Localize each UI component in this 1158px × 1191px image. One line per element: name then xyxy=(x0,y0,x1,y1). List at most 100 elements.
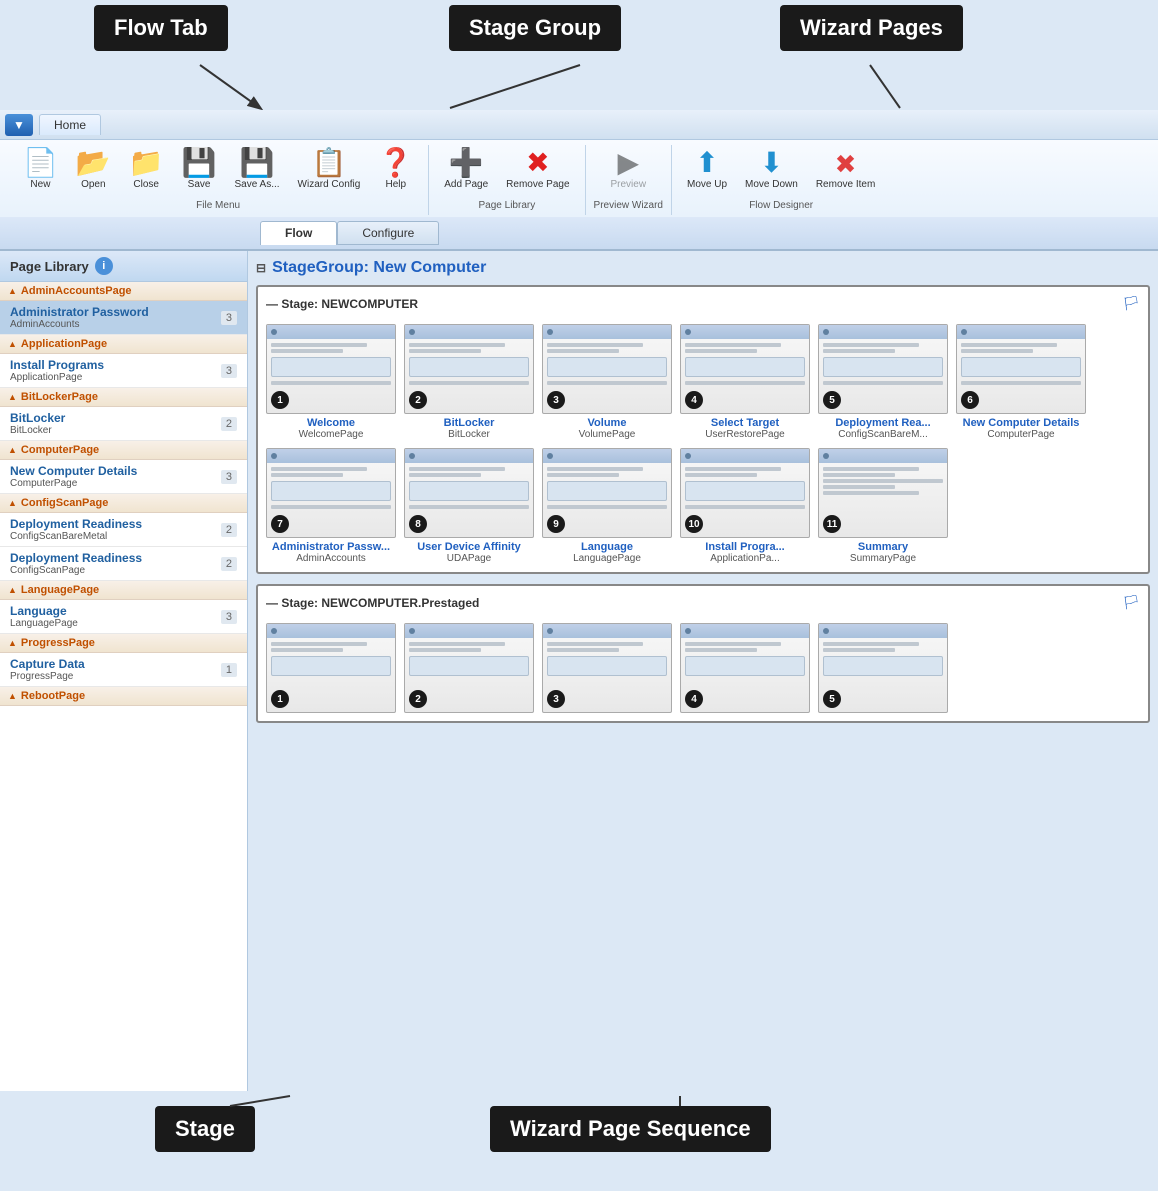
open-icon: 📂 xyxy=(76,149,111,177)
page-card-new-computer-details[interactable]: 6 New Computer Details ComputerPage xyxy=(956,324,1086,440)
design-tabs: Flow Configure xyxy=(0,217,1158,250)
preview-icon: ▶ xyxy=(617,149,639,177)
page-card-prestaged-3[interactable]: 3 xyxy=(542,623,672,713)
lib-item-bitlocker[interactable]: BitLocker BitLocker 2 xyxy=(0,407,247,441)
page-thumb-new-computer: 6 xyxy=(956,324,1086,414)
remove-page-button[interactable]: ✖ Remove Page xyxy=(499,145,576,194)
page-card-summary[interactable]: 11 Summary SummaryPage xyxy=(818,448,948,564)
page-card-prestaged-5[interactable]: 5 xyxy=(818,623,948,713)
page-card-language[interactable]: 9 Language LanguagePage xyxy=(542,448,672,564)
flow-designer-buttons: ⬆ Move Up ⬇ Move Down ✖ Remove Item xyxy=(680,145,882,194)
wizard-config-icon: 📋 xyxy=(312,149,347,177)
lib-section-computer: ComputerPage xyxy=(0,441,247,460)
ribbon-content: 📄 New 📂 Open 📁 Close 💾 Save 💾 Sav xyxy=(0,140,1158,217)
preview-wizard-group: ▶ Preview Preview Wizard xyxy=(586,145,672,215)
remove-page-icon: ✖ xyxy=(526,149,549,177)
page-card-admin-password[interactable]: 7 Administrator Passw... AdminAccounts xyxy=(266,448,396,564)
content-area: ⊟ StageGroup: New Computer — Stage: NEWC… xyxy=(248,251,1158,1091)
lib-section-admin-accounts: AdminAccountsPage xyxy=(0,282,247,301)
page-card-install-programs[interactable]: 10 Install Progra... ApplicationPa... xyxy=(680,448,810,564)
save-icon: 💾 xyxy=(182,149,217,177)
lib-section-progress: ProgressPage xyxy=(0,634,247,653)
stage-newcomputer-header: — Stage: NEWCOMPUTER 🏳 xyxy=(266,295,1140,316)
file-menu-buttons: 📄 New 📂 Open 📁 Close 💾 Save 💾 Sav xyxy=(16,145,420,194)
save-button[interactable]: 💾 Save xyxy=(175,145,224,194)
add-page-button[interactable]: ➕ Add Page xyxy=(437,145,495,194)
office-menu-button[interactable]: ▼ xyxy=(5,114,33,136)
lib-item-admin-password[interactable]: Administrator Password AdminAccounts 3 xyxy=(0,301,247,335)
page-card-deployment-readiness[interactable]: 5 Deployment Rea... ConfigScanBareM... xyxy=(818,324,948,440)
stage-prestaged-flag-icon: 🏳 xyxy=(1122,594,1140,611)
move-down-icon: ⬇ xyxy=(760,149,783,177)
page-thumb-language: 9 xyxy=(542,448,672,538)
move-up-icon: ⬆ xyxy=(695,149,718,177)
page-thumb-volume: 3 xyxy=(542,324,672,414)
page-thumb-deployment: 5 xyxy=(818,324,948,414)
lib-section-reboot: RebootPage xyxy=(0,687,247,706)
page-card-volume[interactable]: 3 Volume VolumePage xyxy=(542,324,672,440)
page-thumb-uda: 8 xyxy=(404,448,534,538)
flow-tab[interactable]: Flow xyxy=(260,221,337,245)
lib-item-deployment-readiness-bare[interactable]: Deployment Readiness ConfigScanBareMetal… xyxy=(0,513,247,547)
preview-wizard-label: Preview Wizard xyxy=(594,200,663,211)
file-menu-label: File Menu xyxy=(196,200,240,211)
help-icon: ❓ xyxy=(378,149,413,177)
lib-item-deployment-readiness[interactable]: Deployment Readiness ConfigScanPage 2 xyxy=(0,547,247,581)
page-thumb-bitlocker: 2 xyxy=(404,324,534,414)
stage-flag-icon: 🏳 xyxy=(1122,295,1140,312)
file-menu-group: 📄 New 📂 Open 📁 Close 💾 Save 💾 Sav xyxy=(8,145,429,215)
annotation-area: Flow Tab Stage Group Wizard Pages xyxy=(0,0,1158,110)
stage-group-annotation: Stage Group xyxy=(449,5,621,51)
page-card-welcome[interactable]: 1 Welcome WelcomePage xyxy=(266,324,396,440)
stage-newcomputer: — Stage: NEWCOMPUTER 🏳 1 xyxy=(256,285,1150,574)
page-library-label: Page Library xyxy=(479,200,536,211)
wizard-pages-annotation: Wizard Pages xyxy=(780,5,963,51)
page-thumb-admin: 7 xyxy=(266,448,396,538)
save-as-icon: 💾 xyxy=(240,149,275,177)
configure-tab[interactable]: Configure xyxy=(337,221,439,245)
lib-section-application: ApplicationPage xyxy=(0,335,247,354)
page-thumb-select-target: 4 xyxy=(680,324,810,414)
help-button[interactable]: ❓ Help xyxy=(371,145,420,194)
page-card-select-target[interactable]: 4 Select Target UserRestorePage xyxy=(680,324,810,440)
page-library-sidebar: Page Library i AdminAccountsPage Adminis… xyxy=(0,251,248,1091)
preview-button[interactable]: ▶ Preview xyxy=(603,145,653,194)
collapse-icon[interactable]: ⊟ xyxy=(256,261,266,275)
stage-group-header: ⊟ StageGroup: New Computer xyxy=(256,259,1150,277)
stage-newcomputer-prestaged: — Stage: NEWCOMPUTER.Prestaged 🏳 1 xyxy=(256,584,1150,723)
lib-section-configscan: ConfigScanPage xyxy=(0,494,247,513)
save-as-button[interactable]: 💾 Save As... xyxy=(228,145,287,194)
page-card-prestaged-2[interactable]: 2 xyxy=(404,623,534,713)
stage-annotation: Stage xyxy=(155,1106,255,1152)
ribbon-title-bar: ▼ Home xyxy=(0,110,1158,140)
lib-item-install-programs[interactable]: Install Programs ApplicationPage 3 xyxy=(0,354,247,388)
lib-item-new-computer-details[interactable]: New Computer Details ComputerPage 3 xyxy=(0,460,247,494)
new-icon: 📄 xyxy=(23,149,58,177)
lib-item-capture-data[interactable]: Capture Data ProgressPage 1 xyxy=(0,653,247,687)
page-card-prestaged-1[interactable]: 1 xyxy=(266,623,396,713)
close-folder-icon: 📁 xyxy=(129,149,164,177)
page-card-bitlocker[interactable]: 2 BitLocker BitLocker xyxy=(404,324,534,440)
flow-designer-label: Flow Designer xyxy=(749,200,813,211)
lib-item-language[interactable]: Language LanguagePage 3 xyxy=(0,600,247,634)
stage-prestaged-header: — Stage: NEWCOMPUTER.Prestaged 🏳 xyxy=(266,594,1140,615)
preview-wizard-buttons: ▶ Preview xyxy=(603,145,653,194)
page-library-header: Page Library i xyxy=(0,251,247,282)
page-card-uda[interactable]: 8 User Device Affinity UDAPage xyxy=(404,448,534,564)
close-button[interactable]: 📁 Close xyxy=(122,145,171,194)
page-thumb-summary: 11 xyxy=(818,448,948,538)
bottom-annotations: Stage Wizard Page Sequence xyxy=(0,1091,1158,1191)
move-up-button[interactable]: ⬆ Move Up xyxy=(680,145,734,194)
move-down-button[interactable]: ⬇ Move Down xyxy=(738,145,805,194)
home-tab-button[interactable]: Home xyxy=(39,114,101,135)
wizard-config-button[interactable]: 📋 Wizard Config xyxy=(291,145,368,194)
remove-item-button[interactable]: ✖ Remove Item xyxy=(809,147,882,194)
add-page-icon: ➕ xyxy=(449,149,484,177)
open-button[interactable]: 📂 Open xyxy=(69,145,118,194)
flow-tab-annotation: Flow Tab xyxy=(94,5,228,51)
lib-section-bitlocker: BitLockerPage xyxy=(0,388,247,407)
info-icon[interactable]: i xyxy=(95,257,113,275)
page-card-prestaged-4[interactable]: 4 xyxy=(680,623,810,713)
lib-section-language: LanguagePage xyxy=(0,581,247,600)
new-button[interactable]: 📄 New xyxy=(16,145,65,194)
